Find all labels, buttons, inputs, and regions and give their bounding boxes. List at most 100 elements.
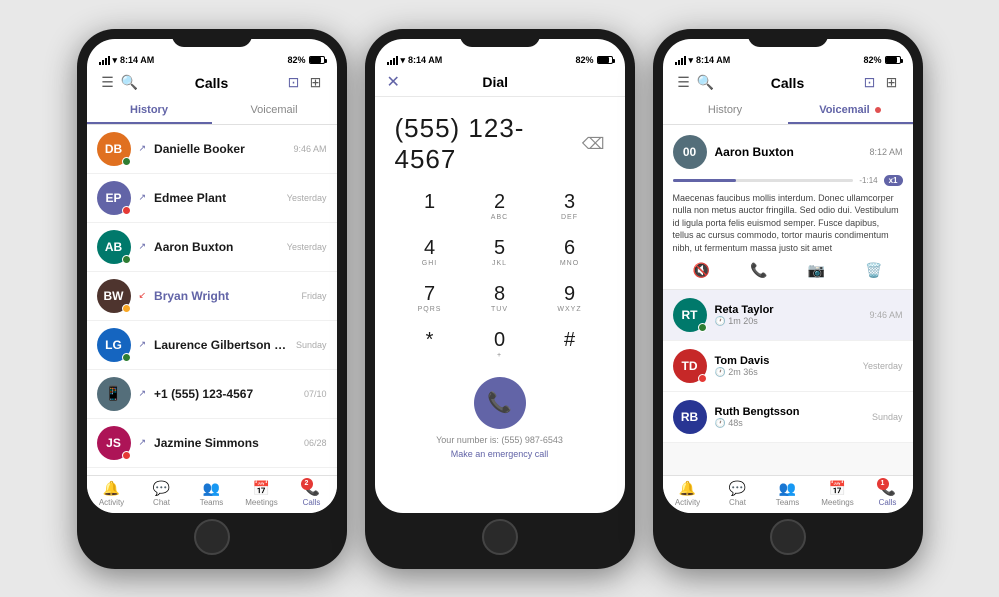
phone1-header: ☰ 🔍 Calls ⊡ ⊞ — [87, 68, 337, 98]
vm-avatar: 00 — [673, 135, 707, 169]
call-info: Bryan Wright — [154, 289, 293, 303]
nav-chat[interactable]: 💬 Chat — [713, 480, 763, 507]
battery-icon — [597, 56, 613, 64]
dial-header: ✕ Dial — [375, 68, 625, 97]
wifi-icon: ▾ — [113, 55, 118, 66]
vm-call-button[interactable]: 📞 — [750, 262, 767, 279]
activity-icon: 🔔 — [103, 480, 120, 497]
nav-meetings[interactable]: 📅 Meetings — [237, 480, 287, 507]
call-time: Friday — [301, 291, 326, 301]
phone1-home-btn[interactable] — [194, 519, 230, 555]
vm-item-duration: 🕐 2m 36s — [715, 367, 855, 378]
nav-calls[interactable]: 📞 Calls 1 — [863, 480, 913, 507]
video-icon[interactable]: ⊡ — [283, 72, 305, 94]
nav-teams[interactable]: 👥 Teams — [763, 480, 813, 507]
call-time: 06/28 — [304, 438, 327, 448]
phone3-bottom-nav: 🔔 Activity 💬 Chat 👥 Teams 📅 Meetings 📞 — [663, 475, 913, 513]
vm-header: 00 Aaron Buxton 8:12 AM — [673, 135, 903, 169]
status-dot — [122, 304, 131, 313]
battery-icon — [309, 56, 325, 64]
hamburger-icon[interactable]: ☰ — [673, 72, 695, 94]
tab-history[interactable]: History — [663, 98, 788, 124]
caller-name: Laurence Gilbertson (3) — [154, 338, 288, 352]
call-item-aaron[interactable]: AB ↗ Aaron Buxton Yesterday — [87, 223, 337, 272]
vm-item-name: Reta Taylor — [715, 304, 862, 316]
vm-transcript: Maecenas faucibus mollis interdum. Donec… — [673, 192, 903, 255]
dial-key-6[interactable]: 6 MNO — [535, 229, 605, 275]
vm-player: -1:14 x1 — [673, 175, 903, 186]
phone2-home-btn[interactable] — [482, 519, 518, 555]
nav-activity[interactable]: 🔔 Activity — [87, 480, 137, 507]
tab-history[interactable]: History — [87, 98, 212, 124]
chat-icon: 💬 — [153, 480, 170, 497]
dial-key-8[interactable]: 8 TUV — [465, 275, 535, 321]
hamburger-icon[interactable]: ☰ — [97, 72, 119, 94]
search-icon[interactable]: 🔍 — [119, 72, 141, 94]
vm-mute-button[interactable]: 🔇 — [693, 262, 710, 279]
call-item-bryan[interactable]: BW ↙ Bryan Wright Friday — [87, 272, 337, 321]
avatar-jazmine: JS — [97, 426, 131, 460]
call-direction-icon: ↗ — [139, 437, 147, 448]
vm-list-item-reta[interactable]: RT Reta Taylor 🕐 1m 20s 9:46 AM — [663, 290, 913, 341]
dial-key-0[interactable]: 0 + — [465, 321, 535, 367]
nav-label: Chat — [729, 498, 746, 507]
battery-text: 82% — [575, 55, 593, 65]
dial-key-1[interactable]: 1 — [395, 183, 465, 229]
dial-key-9[interactable]: 9 WXYZ — [535, 275, 605, 321]
call-item-jazmine[interactable]: JS ↗ Jazmine Simmons 06/28 — [87, 419, 337, 468]
grid-icon[interactable]: ⊞ — [881, 72, 903, 94]
vm-list-item-ruth[interactable]: RB Ruth Bengtsson 🕐 48s Sunday — [663, 392, 913, 443]
dial-key-3[interactable]: 3 DEF — [535, 183, 605, 229]
nav-label: Calls — [879, 498, 897, 507]
backspace-button[interactable]: ⌫ — [582, 134, 605, 154]
voicemail-card: 00 Aaron Buxton 8:12 AM -1:14 x1 Maecena… — [663, 125, 913, 291]
nav-label: Activity — [99, 498, 124, 507]
activity-icon: 🔔 — [679, 480, 696, 497]
vm-progress — [673, 179, 854, 182]
vm-list-item-tom[interactable]: TD Tom Davis 🕐 2m 36s Yesterday — [663, 341, 913, 392]
dial-key-4[interactable]: 4 GHI — [395, 229, 465, 275]
phone3-home-btn[interactable] — [770, 519, 806, 555]
dial-key-2[interactable]: 2 ABC — [465, 183, 535, 229]
dial-key-5[interactable]: 5 JKL — [465, 229, 535, 275]
avatar-reta: RT — [673, 298, 707, 332]
nav-teams[interactable]: 👥 Teams — [187, 480, 237, 507]
tab-voicemail[interactable]: Voicemail — [212, 98, 337, 124]
nav-activity[interactable]: 🔔 Activity — [663, 480, 713, 507]
caller-name: Edmee Plant — [154, 191, 279, 205]
dial-call-button[interactable]: 📞 — [474, 377, 526, 429]
video-icon[interactable]: ⊡ — [859, 72, 881, 94]
nav-chat[interactable]: 💬 Chat — [137, 480, 187, 507]
call-info: Edmee Plant — [154, 191, 279, 205]
grid-icon[interactable]: ⊞ — [305, 72, 327, 94]
close-button[interactable]: ✕ — [387, 72, 400, 92]
avatar-ruth: RB — [673, 400, 707, 434]
your-number-text: Your number is: (555) 987-6543 — [375, 433, 625, 447]
teams-icon: 👥 — [779, 480, 796, 497]
call-direction-icon: ↗ — [139, 388, 147, 399]
call-item-number[interactable]: 📱 ↗ +1 (555) 123-4567 07/10 — [87, 370, 337, 419]
dial-key-hash[interactable]: # — [535, 321, 605, 367]
dial-key-7[interactable]: 7 PQRS — [395, 275, 465, 321]
dialpad: 1 2 ABC 3 DEF 4 GHI 5 JKL — [375, 183, 625, 367]
call-item-laurence[interactable]: LG ↗ Laurence Gilbertson (3) Sunday — [87, 321, 337, 370]
call-time: Sunday — [296, 340, 327, 350]
vm-video-button[interactable]: 📷 — [808, 262, 825, 279]
call-info: Laurence Gilbertson (3) — [154, 338, 288, 352]
calls-badge: 1 — [877, 478, 889, 490]
avatar-danielle: DB — [97, 132, 131, 166]
call-item-edmee[interactable]: EP ↗ Edmee Plant Yesterday — [87, 174, 337, 223]
vm-item-info: Tom Davis 🕐 2m 36s — [715, 355, 855, 378]
call-item-erika[interactable]: EF ↙ Erika Fuller 06/27 — [87, 468, 337, 475]
vm-delete-button[interactable]: 🗑️ — [865, 262, 882, 279]
page-title: Calls — [141, 75, 283, 91]
search-icon[interactable]: 🔍 — [695, 72, 717, 94]
nav-meetings[interactable]: 📅 Meetings — [813, 480, 863, 507]
emergency-call-link[interactable]: Make an emergency call — [375, 447, 625, 467]
tab-voicemail[interactable]: Voicemail — [788, 98, 913, 124]
vm-item-duration: 🕐 1m 20s — [715, 316, 862, 327]
call-item-danielle[interactable]: DB ↗ Danielle Booker 9:46 AM — [87, 125, 337, 174]
nav-calls[interactable]: 📞 Calls 2 — [287, 480, 337, 507]
dial-key-star[interactable]: * — [395, 321, 465, 367]
battery-icon — [885, 56, 901, 64]
